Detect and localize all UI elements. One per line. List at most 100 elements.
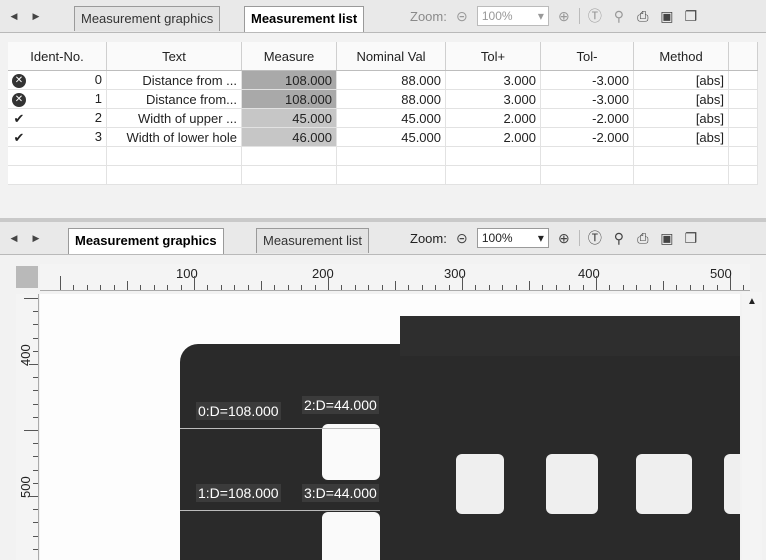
- ruler-tick: [368, 285, 370, 290]
- plus-circle-icon[interactable]: ⊕: [555, 7, 573, 25]
- nominal-cell: 45.000: [336, 127, 446, 147]
- ruler-tick: [596, 276, 597, 290]
- ruler-tick: [649, 285, 651, 290]
- left-arrow-icon[interactable]: ◀: [6, 9, 22, 23]
- nominal-cell: 45.000: [336, 108, 446, 128]
- ruler-tick: [529, 281, 530, 290]
- annotation-label[interactable]: 1:D=108.000: [196, 484, 281, 502]
- plus-circle-icon[interactable]: ⊕: [555, 229, 573, 247]
- fit-icon[interactable]: Ⓣ: [586, 229, 604, 247]
- col-ident[interactable]: Ident-No.: [8, 42, 107, 71]
- table-row-empty: [8, 165, 758, 185]
- magnifier-icon[interactable]: ⚲: [610, 229, 628, 247]
- vertical-ruler: 400 500: [16, 294, 39, 560]
- tol-plus-cell: 2.000: [445, 127, 541, 147]
- tab-measurement-list[interactable]: Measurement list: [244, 6, 365, 32]
- tol-plus-cell: 3.000: [445, 89, 541, 109]
- ruler-tick: [676, 285, 678, 290]
- ruler-tick: [515, 285, 517, 290]
- method-cell: [abs]: [633, 108, 729, 128]
- floppy-icon[interactable]: ▣: [658, 7, 676, 25]
- nominal-cell: 88.000: [336, 89, 446, 109]
- minus-circle-icon[interactable]: ⊝: [453, 229, 471, 247]
- ruler-tick: [287, 285, 289, 290]
- ruler-tick: [207, 285, 209, 290]
- zoom-select[interactable]: 100% ▾: [476, 6, 549, 26]
- col-measure[interactable]: Measure: [241, 42, 337, 71]
- ruler-tick: [24, 430, 38, 431]
- fit-icon[interactable]: Ⓣ: [586, 7, 604, 25]
- zoom-value: 100%: [481, 231, 513, 245]
- col-nominal[interactable]: Nominal Val: [336, 42, 446, 71]
- table-row[interactable]: ✕ 1 Distance from... 108.000 88.000 3.000…: [8, 89, 758, 109]
- ruler-tick: [234, 285, 236, 290]
- measure-line: [180, 428, 380, 429]
- ruler-tick: [502, 285, 504, 290]
- col-tol-minus[interactable]: Tol-: [540, 42, 634, 71]
- nominal-cell: 88.000: [336, 70, 446, 90]
- measurement-canvas[interactable]: 0:D=108.000 2:D=44.000 1:D=108.000 3:D=4…: [40, 294, 740, 560]
- ruler-tick: [180, 285, 182, 290]
- measure-cell: 46.000: [241, 127, 337, 147]
- ruler-tick: [730, 276, 731, 290]
- zoom-select[interactable]: 100% ▾: [476, 228, 549, 248]
- ruler-tick: [33, 337, 38, 339]
- col-text[interactable]: Text: [106, 42, 242, 71]
- top-tabbar: ◀ ▶ Measurement graphics Measurement lis…: [0, 0, 766, 33]
- tol-minus-cell: -2.000: [540, 127, 634, 147]
- ruler-tick: [29, 496, 38, 497]
- vertical-scrollbar[interactable]: ▲: [742, 292, 762, 560]
- ruler-tick: [33, 377, 38, 379]
- annotation-label[interactable]: 3:D=44.000: [302, 484, 379, 502]
- ruler-tick: [301, 285, 303, 290]
- tol-plus-cell: 3.000: [445, 70, 541, 90]
- ruler-tick: [33, 469, 38, 471]
- ruler-tick: [60, 276, 61, 290]
- ruler-label: 500: [710, 266, 732, 281]
- tab-measurement-graphics[interactable]: Measurement graphics: [74, 6, 221, 31]
- right-arrow-icon[interactable]: ▶: [28, 231, 44, 245]
- col-method[interactable]: Method: [633, 42, 729, 71]
- printer-icon[interactable]: ⎙: [634, 229, 652, 247]
- magnifier-icon[interactable]: ⚲: [610, 7, 628, 25]
- ident-cell: 3: [94, 129, 102, 144]
- ruler-label: 200: [312, 266, 334, 281]
- ruler-tick: [167, 285, 169, 290]
- annotation-label[interactable]: 0:D=108.000: [196, 402, 281, 420]
- copy-icon[interactable]: ❐: [682, 7, 700, 25]
- ruler-tick: [140, 285, 142, 290]
- table-row[interactable]: ✕ 0 Distance from ... 108.000 88.000 3.00…: [8, 70, 758, 90]
- ruler-tick: [33, 522, 38, 524]
- ruler-tick: [569, 285, 571, 290]
- table-row[interactable]: ✔ 3 Width of lower hole 46.000 45.000 2.0…: [8, 127, 758, 147]
- tab-measurement-graphics[interactable]: Measurement graphics: [68, 228, 224, 254]
- left-arrow-icon[interactable]: ◀: [6, 231, 22, 245]
- ruler-tick: [33, 390, 38, 392]
- ruler-tick: [743, 285, 745, 290]
- table-row[interactable]: ✔ 2 Width of upper ... 45.000 45.000 2.00…: [8, 108, 758, 128]
- ruler-label: 400: [18, 344, 33, 366]
- measure-cell: 45.000: [241, 108, 337, 128]
- ruler-tick: [582, 285, 584, 290]
- right-arrow-icon[interactable]: ▶: [28, 9, 44, 23]
- part-image: [180, 344, 740, 560]
- ruler-tick: [314, 285, 316, 290]
- table-header-row: Ident-No. Text Measure Nominal Val Tol+ …: [8, 42, 758, 71]
- tab-measurement-list[interactable]: Measurement list: [256, 228, 369, 253]
- ruler-tick: [33, 324, 38, 326]
- floppy-icon[interactable]: ▣: [658, 229, 676, 247]
- minus-circle-icon[interactable]: ⊝: [453, 7, 471, 25]
- printer-icon[interactable]: ⎙: [634, 7, 652, 25]
- annotation-label[interactable]: 2:D=44.000: [302, 396, 379, 414]
- ruler-corner[interactable]: [16, 266, 38, 288]
- chevron-down-icon: ▾: [537, 9, 544, 23]
- checkmark-icon: ✔: [13, 130, 25, 145]
- col-tol-plus[interactable]: Tol+: [445, 42, 541, 71]
- bottom-tabbar: ◀ ▶ Measurement graphics Measurement lis…: [0, 222, 766, 255]
- measurement-list-panel: ◀ ▶ Measurement graphics Measurement lis…: [0, 0, 766, 222]
- lower-hole: [322, 512, 380, 560]
- copy-icon[interactable]: ❐: [682, 229, 700, 247]
- scroll-up-icon[interactable]: ▲: [747, 296, 757, 307]
- ruler-tick: [663, 281, 664, 290]
- measure-cell: 108.000: [241, 70, 337, 90]
